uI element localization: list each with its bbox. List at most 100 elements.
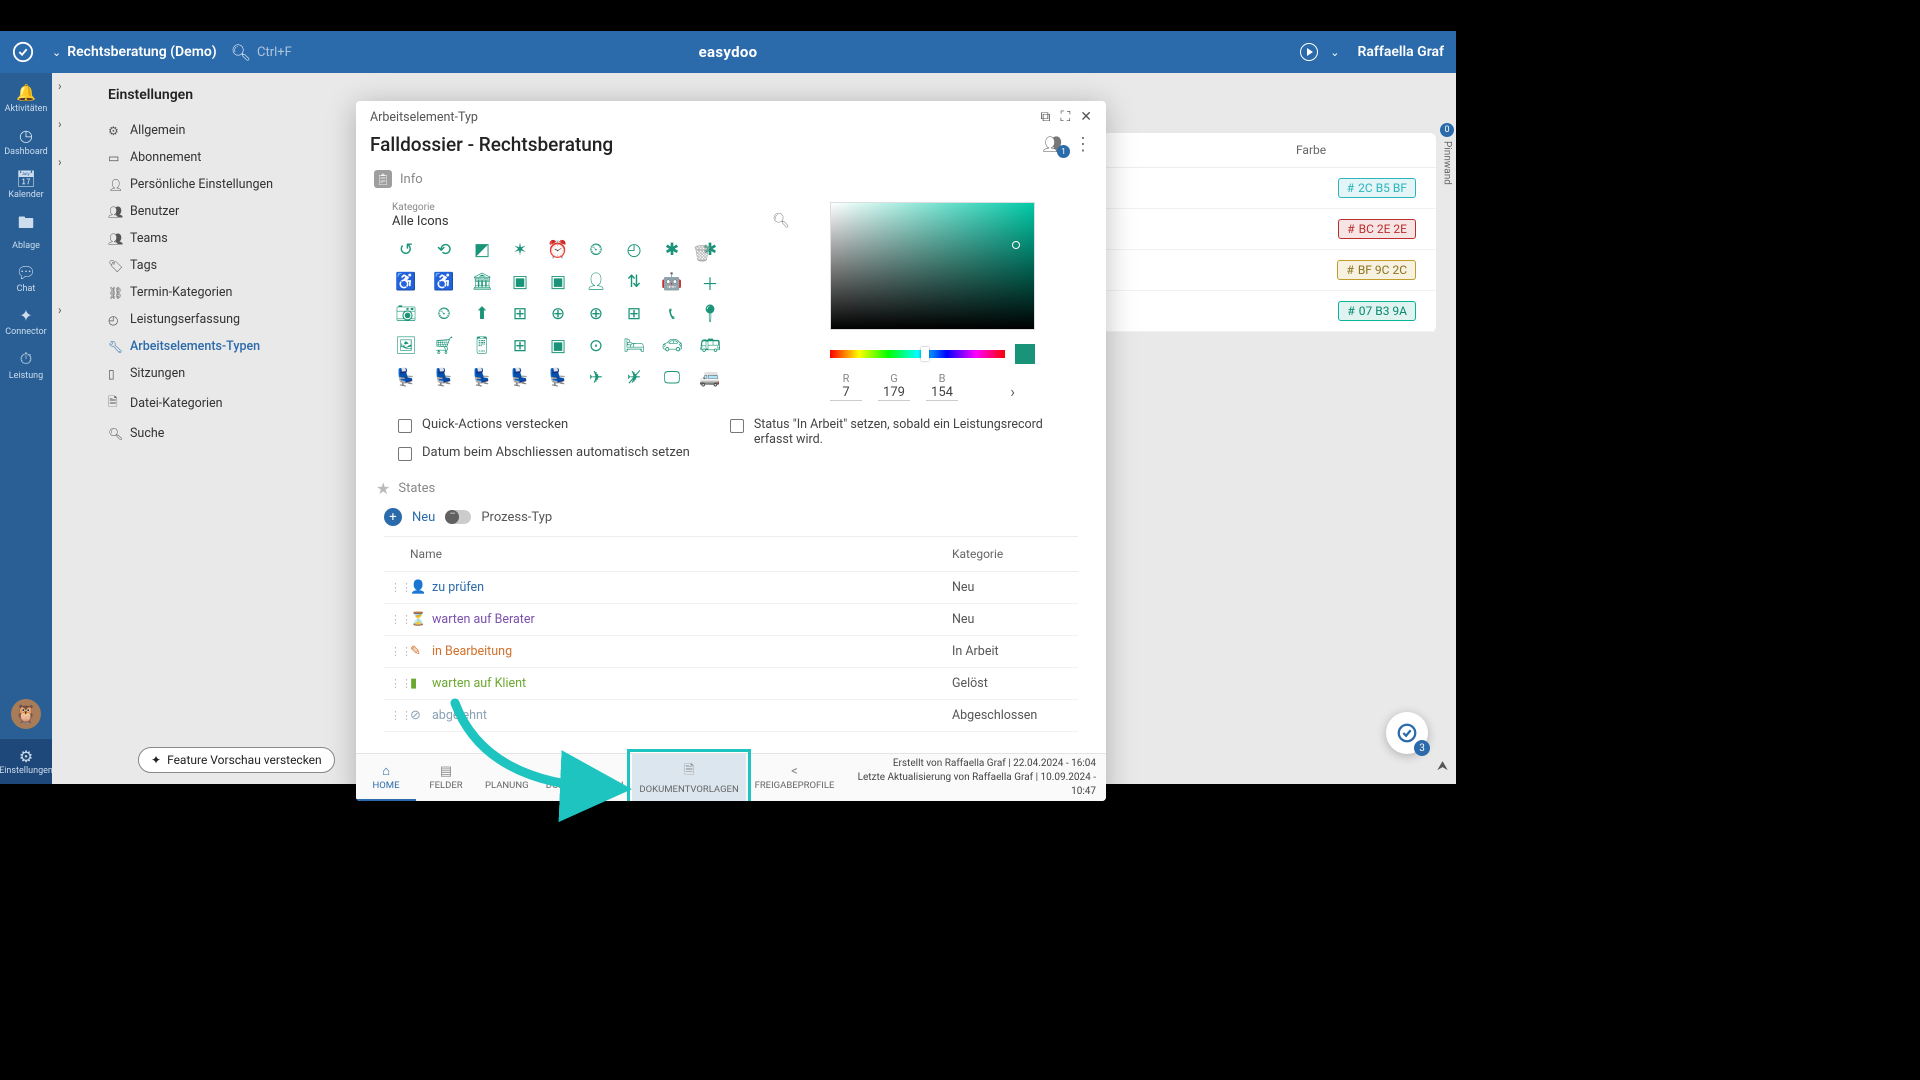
icon-choice[interactable]: ＋ — [696, 271, 724, 293]
icon-choice[interactable]: 🛏︎ — [620, 335, 648, 357]
feature-preview-hide-button[interactable]: ✦Feature Vorschau verstecken — [138, 747, 335, 773]
trash-icon[interactable]: 🗑︎ — [692, 244, 712, 263]
rail-calendar[interactable]: 📅︎Kalender — [0, 163, 52, 206]
scroll-top-icon[interactable]: ⮝ — [1437, 759, 1448, 774]
chevron-right-icon[interactable]: › — [58, 117, 62, 131]
rail-files[interactable]: 🖿Ablage — [0, 206, 52, 257]
chevron-right-icon[interactable]: › — [58, 303, 62, 317]
settings-item-work-element-types[interactable]: 🔧︎Arbeitselements-Typen — [98, 333, 344, 360]
footer-tab-documentation[interactable]: ▣DOKUMENTATION — [538, 754, 632, 801]
rail-connector[interactable]: ✦Connector — [0, 300, 52, 343]
settings-item-personal[interactable]: 👤︎Persönliche Einstellungen — [98, 171, 344, 198]
rail-settings[interactable]: ⚙Einstellungen — [0, 739, 52, 784]
settings-item-teams[interactable]: 👥︎Teams — [98, 225, 344, 252]
chevron-right-icon[interactable]: › — [58, 79, 62, 93]
icon-choice[interactable]: 💺 — [430, 367, 458, 389]
checkbox-quick-actions[interactable]: Quick-Actions verstecken — [398, 417, 690, 433]
search-icon[interactable]: 🔍︎ — [231, 43, 251, 62]
icon-choice[interactable]: 🚌︎ — [696, 335, 724, 357]
state-name[interactable]: abgelehnt — [432, 708, 952, 723]
checkbox-date-auto[interactable]: Datum beim Abschliessen automatisch setz… — [398, 445, 690, 461]
icon-choice[interactable]: ⟲ — [430, 239, 458, 261]
icon-choice[interactable]: ⏲ — [582, 239, 610, 261]
settings-item-time-tracking[interactable]: ◴Leistungserfassung — [98, 306, 344, 333]
drag-handle-icon[interactable]: ⋮⋮ — [390, 709, 410, 722]
icon-choice[interactable]: ⊞ — [620, 303, 648, 325]
project-chevron-icon[interactable]: ⌄ — [52, 46, 61, 59]
icon-choice[interactable]: ◴ — [620, 239, 648, 261]
add-state-label[interactable]: Neu — [412, 510, 435, 525]
state-name[interactable]: warten auf Berater — [432, 612, 952, 627]
settings-item-users[interactable]: 👥︎Benutzer — [98, 198, 344, 225]
icon-choice[interactable]: ⊞ — [506, 335, 534, 357]
icon-choice[interactable]: ⏰ — [544, 239, 572, 261]
rail-chat[interactable]: 💬︎Chat — [0, 257, 52, 300]
settings-item-file-categories[interactable]: 🗎Datei-Kategorien — [98, 387, 344, 420]
icon-choice[interactable]: 🖵 — [658, 367, 686, 389]
icon-choice[interactable]: ⊞ — [506, 303, 534, 325]
icon-choice[interactable]: 📞︎ — [658, 303, 686, 325]
icon-choice[interactable]: 💺 — [544, 367, 572, 389]
footer-tab-doc-templates[interactable]: 🗎DOKUMENTVORLAGEN — [632, 754, 747, 801]
state-row[interactable]: ⋮⋮ ⊘ abgelehnt Abgeschlossen — [384, 700, 1078, 732]
icon-choice[interactable]: ↺ — [392, 239, 420, 261]
settings-item-subscription[interactable]: ▭Abonnement — [98, 144, 344, 171]
settings-item-search[interactable]: 🔍︎Suche — [98, 420, 344, 447]
icon-choice[interactable]: 🤖 — [658, 271, 686, 293]
color-mode-next-icon[interactable]: › — [1010, 382, 1015, 401]
close-icon[interactable]: ✕ — [1080, 109, 1092, 125]
drag-handle-icon[interactable]: ⋮⋮ — [390, 581, 410, 594]
fullscreen-icon[interactable]: ⛶ — [1060, 109, 1070, 125]
icon-choice[interactable]: ⏲ — [430, 303, 458, 325]
rgb-g-input[interactable] — [878, 385, 910, 401]
settings-item-appointment-categories[interactable]: ⛓Termin-Kategorien — [98, 279, 344, 306]
drag-handle-icon[interactable]: ⋮⋮ — [390, 677, 410, 690]
icon-choice[interactable]: ♿ — [392, 271, 420, 293]
icon-choice[interactable]: 🛒︎ — [430, 335, 458, 357]
footer-tab-share-profiles[interactable]: <FREIGABEPROFILE — [746, 754, 842, 801]
rgb-b-input[interactable] — [926, 385, 958, 401]
icon-choice[interactable]: ⊙ — [582, 335, 610, 357]
user-name[interactable]: Raffaella Graf — [1357, 44, 1444, 60]
play-icon[interactable] — [1300, 43, 1318, 61]
icon-choice[interactable]: ▣ — [544, 271, 572, 293]
icon-choice[interactable]: 👤︎ — [582, 271, 610, 293]
pinwand-tab[interactable]: 0 Pinnwand — [1440, 123, 1454, 185]
user-avatar[interactable]: 🦉 — [11, 699, 41, 729]
group-icon[interactable]: 👥︎1 — [1042, 135, 1064, 155]
icon-category-value[interactable]: Alle Icons 🔍︎ — [392, 213, 800, 229]
icon-choice[interactable]: 💺 — [468, 367, 496, 389]
footer-tab-fields[interactable]: ▤FELDER — [416, 754, 476, 801]
icon-choice[interactable]: ✱ — [658, 239, 686, 261]
settings-item-tags[interactable]: 🏷︎Tags — [98, 252, 344, 279]
drag-handle-icon[interactable]: ⋮⋮ — [390, 645, 410, 658]
icon-choice[interactable]: 📱︎ — [468, 335, 496, 357]
icon-choice[interactable]: 🏛︎ — [468, 271, 496, 293]
saturation-box[interactable] — [830, 202, 1035, 330]
footer-tab-home[interactable]: ⌂HOME — [356, 754, 416, 801]
icon-choice[interactable]: ♿ — [430, 271, 458, 293]
rail-dashboard[interactable]: ◷Dashboard — [0, 120, 52, 163]
process-type-toggle[interactable] — [445, 510, 471, 524]
icon-choice[interactable]: ✶ — [506, 239, 534, 261]
icon-choice[interactable]: ⇅ — [620, 271, 648, 293]
icon-choice[interactable]: 📍︎ — [696, 303, 724, 325]
project-name[interactable]: Rechtsberatung (Demo) — [67, 44, 216, 60]
footer-tab-planning[interactable]: PLANUNG — [476, 754, 538, 801]
icon-choice[interactable]: 🚐 — [696, 367, 724, 389]
icon-choice[interactable]: 💺 — [392, 367, 420, 389]
chevron-right-icon[interactable]: › — [58, 155, 62, 169]
state-row[interactable]: ⋮⋮ ✎ in Bearbeitung In Arbeit — [384, 636, 1078, 668]
state-row[interactable]: ⋮⋮ 👤 zu prüfen Neu — [384, 572, 1078, 604]
add-state-button[interactable]: + — [384, 508, 402, 526]
icon-choice[interactable]: 🖼︎ — [392, 335, 420, 357]
icon-choice[interactable]: ◩ — [468, 239, 496, 261]
hue-slider[interactable] — [830, 350, 1005, 358]
settings-item-general[interactable]: ⚙Allgemein — [98, 117, 344, 144]
state-row[interactable]: ⋮⋮ ▮ warten auf Klient Gelöst — [384, 668, 1078, 700]
rgb-r-input[interactable] — [830, 385, 862, 401]
icon-choice[interactable]: 💺 — [506, 367, 534, 389]
rail-performance[interactable]: ⏱Leistung — [0, 343, 52, 387]
icon-choice[interactable]: ▣ — [544, 335, 572, 357]
user-chevron-icon[interactable]: ⌄ — [1330, 46, 1339, 59]
